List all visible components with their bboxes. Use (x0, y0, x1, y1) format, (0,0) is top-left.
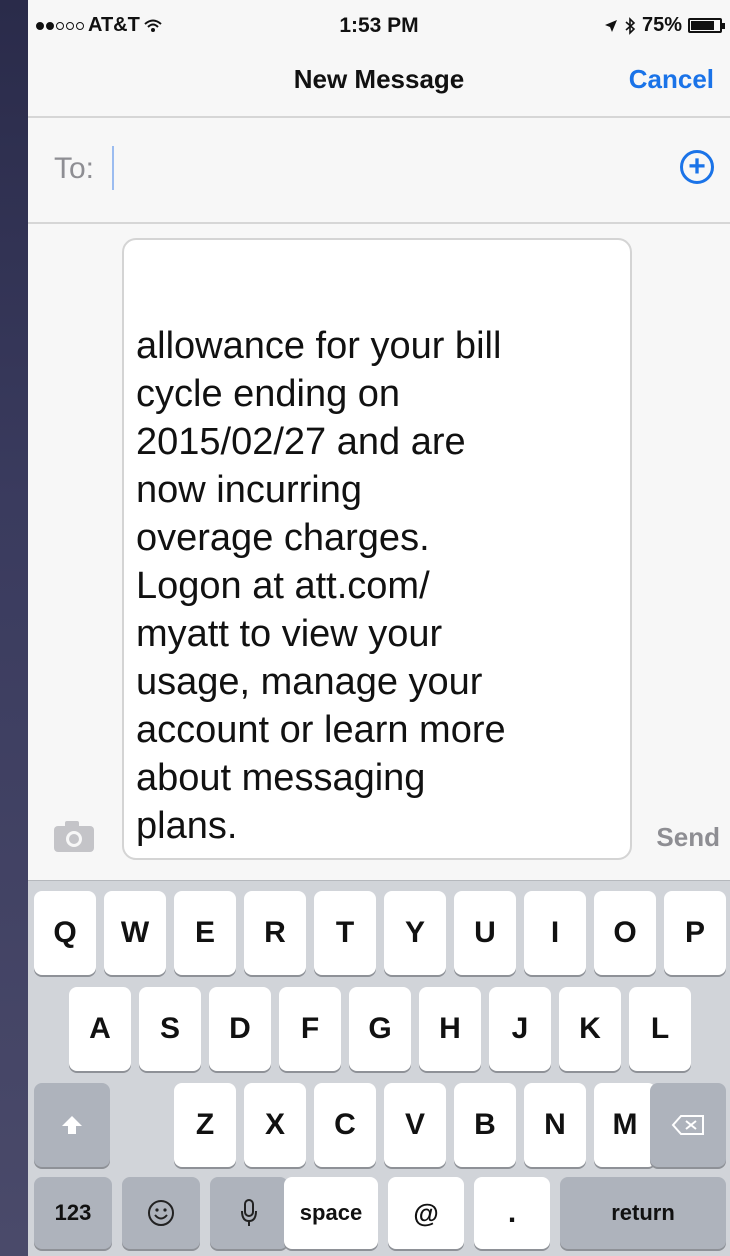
key-k[interactable]: K (559, 987, 621, 1071)
space-key[interactable]: space (284, 1177, 378, 1249)
recipient-label: To: (54, 152, 95, 185)
cancel-button[interactable]: Cancel (629, 64, 714, 95)
key-z[interactable]: Z (174, 1083, 236, 1167)
camera-icon[interactable] (52, 818, 96, 854)
numbers-key[interactable]: 123 (34, 1177, 112, 1249)
message-input[interactable]: allowance for your bill cycle ending on … (122, 238, 632, 860)
key-e[interactable]: E (174, 891, 236, 975)
key-u[interactable]: U (454, 891, 516, 975)
status-bar: AT&T 1:53 PM 75% (28, 0, 730, 50)
key-j[interactable]: J (489, 987, 551, 1071)
status-right: 75% (604, 14, 725, 37)
key-d[interactable]: D (209, 987, 271, 1071)
key-q[interactable]: Q (34, 891, 96, 975)
recipient-row: To: + (28, 118, 730, 222)
battery-icon (688, 18, 725, 33)
battery-percent: 75% (641, 14, 682, 36)
key-a[interactable]: A (69, 987, 131, 1071)
key-s[interactable]: S (139, 987, 201, 1071)
compose-area: allowance for your bill cycle ending on … (28, 224, 730, 880)
plus-circle-icon: + (688, 150, 706, 183)
key-n[interactable]: N (524, 1083, 586, 1167)
page-title: New Message (293, 64, 465, 94)
phone-screen: AT&T 1:53 PM 75% New Message Cancel To: (28, 0, 730, 1256)
key-m[interactable]: M (594, 1083, 656, 1167)
shift-key[interactable] (34, 1083, 110, 1167)
message-text: allowance for your bill cycle ending on … (136, 325, 506, 847)
delete-key[interactable] (650, 1083, 726, 1167)
key-v[interactable]: V (384, 1083, 446, 1167)
key-r[interactable]: R (244, 891, 306, 975)
recipient-input[interactable] (112, 146, 114, 190)
key-f[interactable]: F (279, 987, 341, 1071)
key-t[interactable]: T (314, 891, 376, 975)
key-p[interactable]: P (664, 891, 726, 975)
return-key[interactable]: return (560, 1177, 726, 1249)
key-o[interactable]: O (594, 891, 656, 975)
dictation-key[interactable] (210, 1177, 288, 1249)
at-key[interactable]: @ (388, 1177, 464, 1249)
add-contact-button[interactable]: + (680, 150, 714, 184)
key-h[interactable]: H (419, 987, 481, 1071)
period-key[interactable]: . (474, 1177, 550, 1249)
delete-icon (671, 1115, 704, 1135)
navigation-bar: New Message Cancel (28, 50, 730, 114)
key-g[interactable]: G (349, 987, 411, 1071)
send-button[interactable]: Send (656, 822, 720, 853)
key-i[interactable]: I (524, 891, 586, 975)
keyboard: Q W E R T Y U I O P A S D F G H J K L Z … (28, 880, 730, 1256)
key-y[interactable]: Y (384, 891, 446, 975)
emoji-key[interactable] (122, 1177, 200, 1249)
shift-icon (62, 1116, 82, 1134)
bluetooth-icon (625, 16, 636, 35)
key-l[interactable]: L (629, 987, 691, 1071)
key-x[interactable]: X (244, 1083, 306, 1167)
key-w[interactable]: W (104, 891, 166, 975)
emoji-icon (148, 1200, 174, 1226)
microphone-icon (241, 1199, 257, 1226)
key-c[interactable]: C (314, 1083, 376, 1167)
key-b[interactable]: B (454, 1083, 516, 1167)
location-arrow-icon (604, 19, 617, 32)
